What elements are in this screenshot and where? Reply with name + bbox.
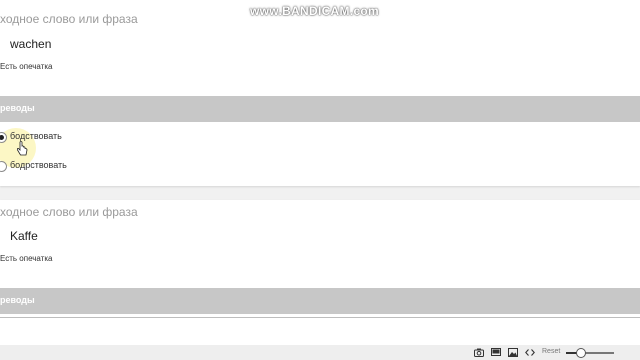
source-word-value[interactable]: Kaffe — [10, 229, 38, 243]
source-word-label: ходное слово или фраза — [0, 205, 138, 219]
answer-option-label: бодствовать — [10, 131, 62, 141]
screen-icon[interactable] — [491, 348, 501, 357]
image-icon[interactable] — [508, 348, 518, 357]
radio-button[interactable] — [0, 161, 7, 172]
typo-link[interactable]: Есть опечатка — [0, 254, 53, 263]
camera-icon[interactable] — [474, 348, 484, 357]
zoom-slider-handle[interactable] — [576, 348, 586, 358]
player-toolbar: Reset — [0, 345, 640, 360]
translations-title: реводы — [0, 103, 35, 113]
reset-button[interactable]: Reset — [542, 348, 560, 355]
typo-link[interactable]: Есть опечатка — [0, 62, 53, 71]
divider — [0, 317, 640, 318]
source-word-value[interactable]: wachen — [10, 37, 51, 51]
translations-header: реводы — [0, 288, 640, 314]
question-card-2: ходное слово или фраза Kaffe Есть опечат… — [0, 200, 640, 360]
question-card-1: ходное слово или фраза wachen Есть опеча… — [0, 0, 640, 186]
source-word-label: ходное слово или фраза — [0, 12, 138, 26]
hand-cursor-icon — [16, 141, 28, 156]
code-icon[interactable] — [525, 348, 535, 357]
answer-option-label: бодрствовать — [10, 160, 67, 170]
translations-header: реводы — [0, 96, 640, 122]
recording-watermark: www.BANDICAM.com — [250, 4, 380, 18]
translations-title: реводы — [0, 295, 35, 305]
